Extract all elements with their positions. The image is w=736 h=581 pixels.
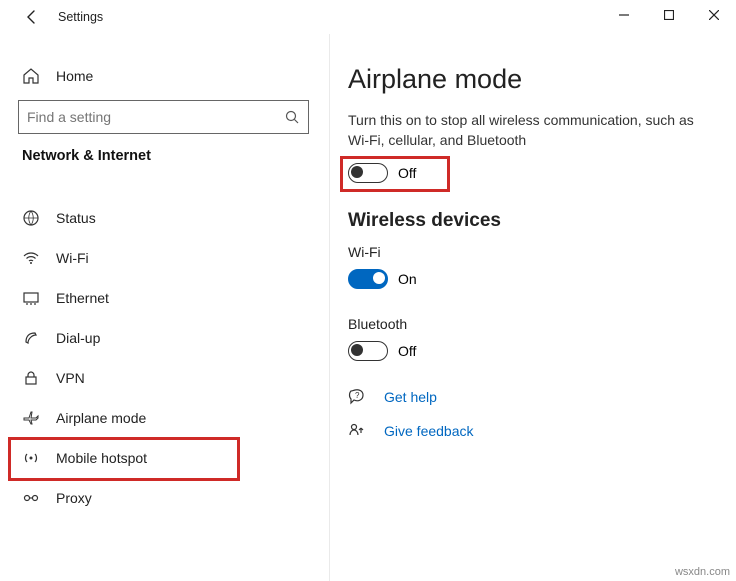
page-description: Turn this on to stop all wireless commun… [348,111,736,150]
sidebar-item-hotspot[interactable]: Mobile hotspot [14,438,319,478]
status-icon [20,209,42,227]
airplane-icon [20,409,42,427]
help-link-text: Get help [384,389,437,405]
sidebar-item-label: Wi-Fi [56,250,89,266]
bluetooth-toggle-state: Off [398,343,416,359]
maximize-button[interactable] [646,0,691,30]
feedback-icon [348,422,372,440]
bluetooth-label: Bluetooth [348,316,736,332]
wifi-toggle[interactable] [348,269,388,289]
sidebar-item-status[interactable]: Status [14,198,319,238]
page-title: Airplane mode [348,64,736,95]
bluetooth-toggle[interactable] [348,341,388,361]
wifi-icon [20,249,42,267]
back-button[interactable] [16,1,48,33]
sidebar-item-label: Ethernet [56,290,109,306]
sidebar-item-label: Dial-up [56,330,100,346]
main-panel: Airplane mode Turn this on to stop all w… [330,34,736,581]
feedback-link[interactable]: Give feedback [348,422,736,440]
sidebar-item-airplane[interactable]: Airplane mode [14,398,319,438]
sidebar-item-label: Proxy [56,490,92,506]
sidebar-item-label: Status [56,210,96,226]
wifi-label: Wi-Fi [348,244,736,260]
search-icon [284,109,300,125]
proxy-icon [20,489,42,507]
sidebar: Home Network & Internet Status Wi-Fi Eth… [0,34,330,581]
close-button[interactable] [691,0,736,30]
minimize-button[interactable] [601,0,646,30]
sidebar-item-proxy[interactable]: Proxy [14,478,319,518]
category-heading: Network & Internet [22,148,319,164]
search-input[interactable] [18,100,309,134]
vpn-icon [20,369,42,387]
window-title: Settings [58,10,103,24]
dialup-icon [20,329,42,347]
sidebar-item-label: VPN [56,370,85,386]
get-help-link[interactable]: ? Get help [348,388,736,406]
wireless-heading: Wireless devices [348,210,736,232]
airplane-toggle[interactable] [348,163,388,183]
sidebar-item-label: Mobile hotspot [56,450,147,466]
svg-text:?: ? [355,391,360,400]
help-icon: ? [348,388,372,406]
sidebar-item-dialup[interactable]: Dial-up [14,318,319,358]
hotspot-icon [20,449,42,467]
home-icon [20,67,42,85]
feedback-link-text: Give feedback [384,423,474,439]
sidebar-item-ethernet[interactable]: Ethernet [14,278,319,318]
home-label: Home [56,68,93,84]
watermark: wsxdn.com [675,566,730,578]
ethernet-icon [20,289,42,307]
sidebar-item-wifi[interactable]: Wi-Fi [14,238,319,278]
sidebar-item-label: Airplane mode [56,410,146,426]
airplane-toggle-state: Off [398,165,416,181]
sidebar-item-vpn[interactable]: VPN [14,358,319,398]
home-nav[interactable]: Home [14,56,319,96]
wifi-toggle-state: On [398,271,417,287]
